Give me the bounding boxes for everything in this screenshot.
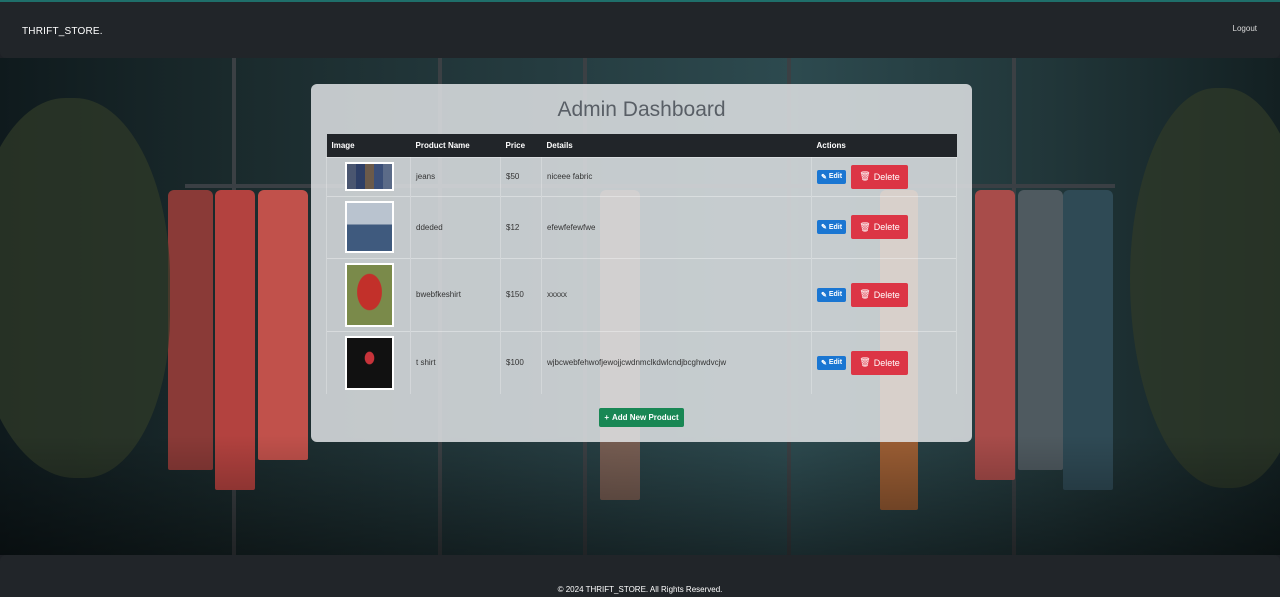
product-image-cell: [326, 330, 411, 394]
delete-button[interactable]: 🗑 Delete: [851, 282, 908, 307]
logout-link[interactable]: Logout: [1233, 24, 1257, 33]
plus-icon: +: [604, 413, 609, 422]
product-price-cell: $100: [500, 330, 542, 394]
product-image: [345, 162, 394, 191]
edit-icon: ✎: [820, 359, 827, 367]
delete-button[interactable]: 🗑 Delete: [851, 215, 908, 239]
footer: © 2024 THRIFT_STORE. All Rights Reserved…: [0, 555, 1280, 597]
products-table: Image Product Name Price Details Actions…: [326, 134, 957, 394]
product-price-cell: $12: [500, 195, 542, 258]
product-actions-cell: ✎ Edit 🗑 Delete: [811, 330, 957, 394]
product-image: [345, 262, 394, 327]
table-row: t shirt $100 wjbcwebfehwofjewojjcwdnmclk…: [326, 330, 957, 394]
column-header-product-name: Product Name: [415, 140, 470, 150]
edit-button[interactable]: ✎ Edit: [817, 220, 846, 234]
add-new-product-button[interactable]: + Add New Product: [599, 408, 684, 427]
product-actions-cell: ✎ Edit 🗑 Delete: [811, 257, 957, 331]
bg-garment: [168, 190, 213, 470]
edit-button[interactable]: ✎ Edit: [817, 287, 846, 302]
product-image: [345, 201, 394, 253]
product-name-cell: t shirt: [410, 330, 501, 394]
bg-garment: [1018, 190, 1063, 470]
product-details-cell: niceee fabric: [541, 156, 812, 196]
product-image-cell: [326, 156, 411, 196]
copyright-text: © 2024 THRIFT_STORE. All Rights Reserved…: [557, 585, 723, 594]
delete-button[interactable]: 🗑 Delete: [851, 350, 908, 375]
product-price-cell: $50: [500, 156, 542, 196]
trash-icon: 🗑: [859, 171, 871, 181]
table-row: bwebfkeshirt $150 xxxxx ✎ Edit 🗑 Delete: [326, 257, 957, 331]
column-header-price: Price: [505, 140, 526, 150]
bg-floor: [0, 435, 1280, 555]
product-price-cell: $150: [500, 257, 542, 331]
product-details-cell: xxxxx: [541, 257, 812, 331]
table-row: ddeded $12 efewfefewfwe ✎ Edit 🗑 Delete: [326, 195, 957, 258]
brand-logo[interactable]: THRIFT_STORE.: [22, 26, 103, 37]
product-image: [345, 335, 394, 390]
product-details-cell: wjbcwebfehwofjewojjcwdnmclkdwlcndjbcghwd…: [541, 330, 812, 394]
delete-button[interactable]: 🗑 Delete: [851, 164, 908, 189]
edit-button[interactable]: ✎ Edit: [817, 355, 846, 370]
product-image-cell: [326, 257, 411, 331]
edit-icon: ✎: [820, 173, 827, 181]
page-title: Admin Dashboard: [557, 98, 726, 121]
column-header-image: Image: [331, 140, 355, 150]
product-details-cell: efewfefewfwe: [541, 195, 812, 258]
bg-garment: [258, 190, 308, 460]
column-header-actions: Actions: [816, 140, 846, 150]
trash-icon: 🗑: [859, 221, 871, 232]
product-name-cell: ddeded: [410, 195, 501, 258]
edit-button[interactable]: ✎ Edit: [817, 169, 846, 184]
table-row: jeans $50 niceee fabric ✎ Edit 🗑 Delete: [326, 156, 957, 196]
product-actions-cell: ✎ Edit 🗑 Delete: [811, 156, 957, 196]
bg-plant: [1130, 88, 1280, 488]
trash-icon: 🗑: [859, 289, 871, 299]
trash-icon: 🗑: [859, 357, 871, 368]
edit-icon: ✎: [820, 224, 827, 231]
column-header-details: Details: [546, 140, 573, 150]
bg-plant: [0, 98, 170, 478]
product-name-cell: jeans: [410, 156, 501, 196]
product-image-cell: [326, 195, 411, 258]
admin-dashboard-card: Admin Dashboard Image Product Name Price…: [311, 84, 972, 442]
navbar: THRIFT_STORE. Logout: [0, 0, 1280, 58]
edit-icon: ✎: [820, 291, 827, 299]
product-name-cell: bwebfkeshirt: [410, 257, 501, 331]
table-header-row: Image Product Name Price Details Actions: [326, 134, 957, 157]
product-actions-cell: ✎ Edit 🗑 Delete: [811, 195, 957, 258]
